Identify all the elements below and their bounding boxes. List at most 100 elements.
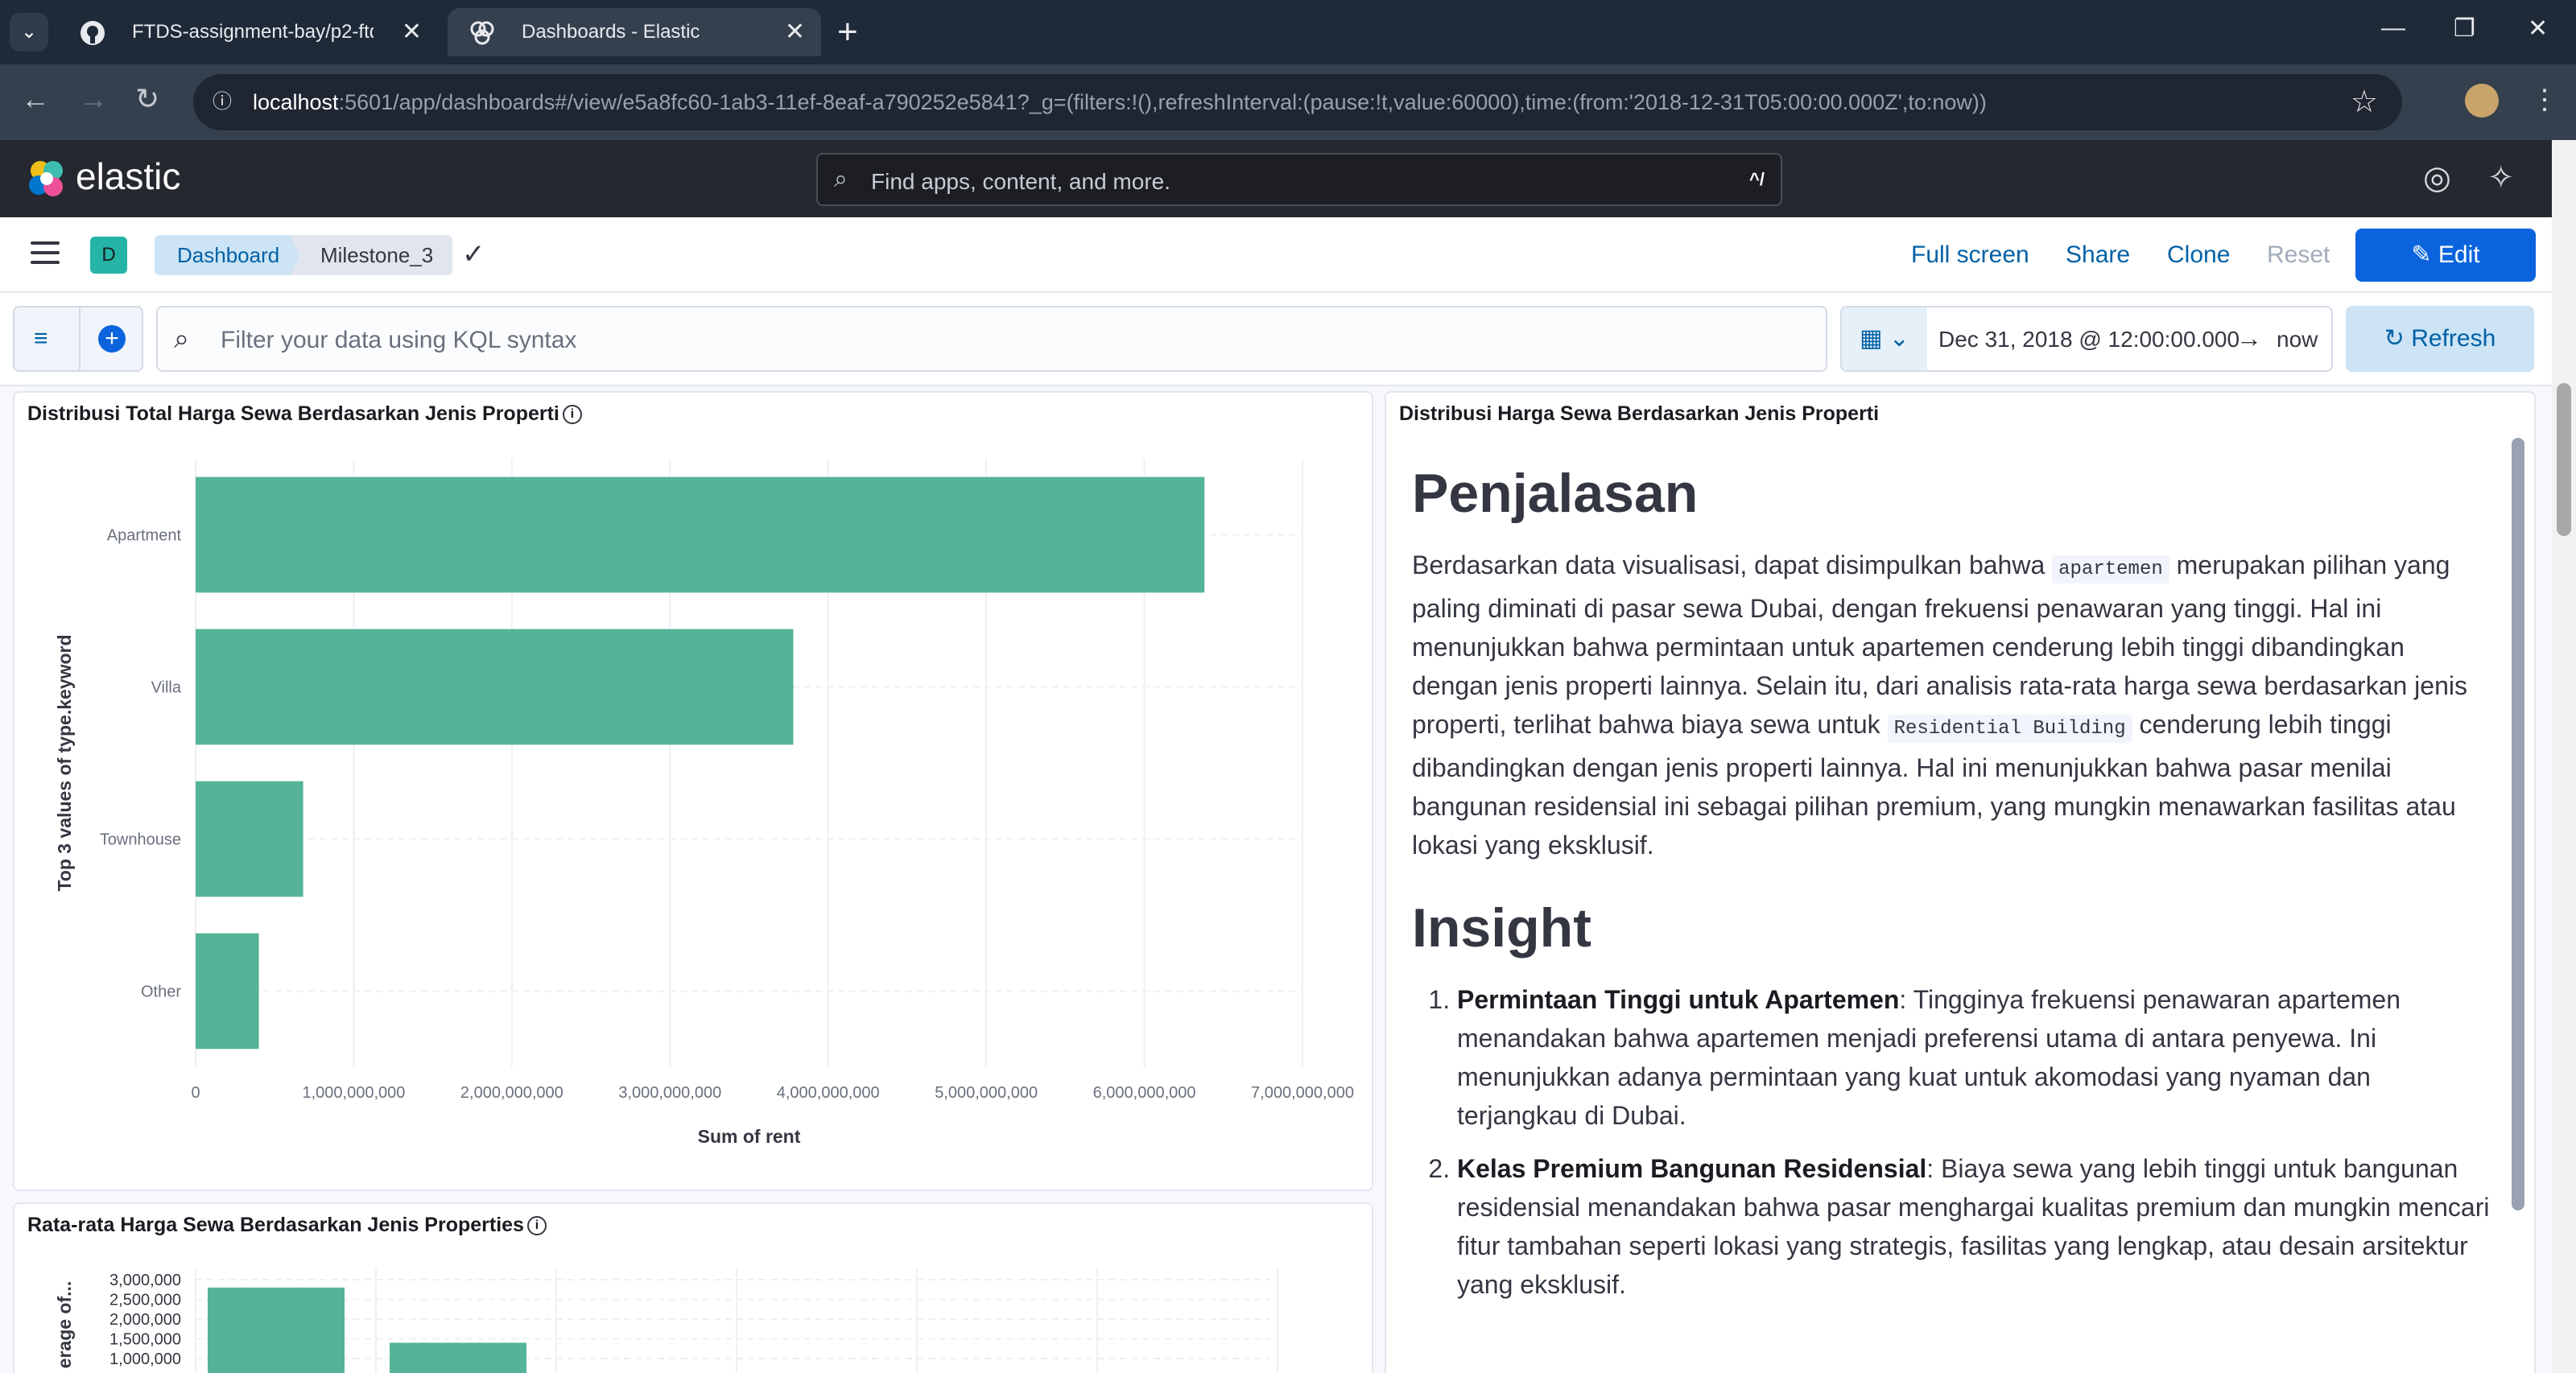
time-from[interactable]: Dec 31, 2018 @ 12:00:00.000 bbox=[1938, 327, 2240, 353]
space-avatar[interactable]: D bbox=[90, 237, 127, 274]
tab-label: Dashboards - Elastic bbox=[522, 21, 700, 43]
browser-tab-github[interactable]: FTDS-assignment-bay/p2-ftds0 ✕ bbox=[58, 8, 438, 56]
list-item: Permintaan Tinggi untuk Apartemen: Tingg… bbox=[1457, 980, 2491, 1135]
search-icon: ⌕ bbox=[174, 324, 190, 354]
elastic-icon bbox=[470, 21, 494, 45]
github-icon bbox=[80, 21, 105, 45]
share-button[interactable]: Share bbox=[2066, 241, 2130, 269]
y-tick-label: 1,500,000 bbox=[109, 1331, 181, 1349]
markdown-scrollbar[interactable] bbox=[2512, 438, 2524, 1210]
bar bbox=[196, 781, 303, 897]
x-tick-label: 6,000,000,000 bbox=[1093, 1084, 1196, 1102]
help-icon[interactable]: ◎ bbox=[2423, 159, 2451, 196]
browser-tab-bar: ⌄ FTDS-assignment-bay/p2-ftds0 ✕ Dashboa… bbox=[0, 0, 2576, 64]
restore-icon[interactable]: ❐ bbox=[2454, 14, 2475, 43]
breadcrumb-bar: D Dashboard Milestone_3 ✓ Full screen Sh… bbox=[0, 217, 2552, 293]
filter-options-icon[interactable]: ≡ bbox=[34, 325, 48, 353]
x-tick-label: 7,000,000,000 bbox=[1251, 1084, 1354, 1102]
kibana-header: elastic ⌕ Find apps, content, and more. … bbox=[0, 140, 2552, 217]
browser-toolbar: ← → ↻ ⓘ localhost:5601/app/dashboards#/v… bbox=[0, 64, 2576, 140]
explanation-paragraph: Berdasarkan data visualisasi, dapat disi… bbox=[1412, 550, 2467, 860]
browser-tab-dashboards[interactable]: Dashboards - Elastic ✕ bbox=[448, 8, 821, 56]
x-tick-label: 5,000,000,000 bbox=[935, 1084, 1038, 1102]
query-bar: ≡ + ⌕ Filter your data using KQL syntax … bbox=[0, 293, 2552, 386]
saved-check-icon: ✓ bbox=[462, 239, 485, 270]
close-tab-icon[interactable]: ✕ bbox=[402, 8, 422, 56]
y-tick-label: 1,000,000 bbox=[109, 1350, 181, 1368]
x-tick-label: 1,000,000,000 bbox=[302, 1084, 405, 1102]
time-to[interactable]: now bbox=[2277, 327, 2318, 353]
hamburger-menu-icon[interactable] bbox=[31, 241, 60, 266]
date-picker[interactable]: ▦ ⌄ Dec 31, 2018 @ 12:00:00.000 → now bbox=[1840, 306, 2333, 372]
address-bar[interactable]: ⓘ localhost:5601/app/dashboards#/view/e5… bbox=[193, 74, 2402, 130]
y-tick-label: Other bbox=[141, 983, 181, 1001]
profile-avatar[interactable] bbox=[2465, 84, 2499, 118]
x-tick-label: 3,000,000,000 bbox=[618, 1084, 721, 1102]
insight-list: Permintaan Tinggi untuk Apartemen: Tingg… bbox=[1412, 980, 2491, 1304]
x-tick-label: 2,000,000,000 bbox=[460, 1084, 564, 1102]
y-tick-label: Townhouse bbox=[100, 831, 181, 849]
bar-chart-panel: Distribusi Total Harga Sewa Berdasarkan … bbox=[13, 391, 1373, 1191]
bar bbox=[208, 1287, 345, 1373]
markdown-content: Penjalasan Berdasarkan data visualisasi,… bbox=[1412, 441, 2491, 1318]
heading-penjelasan: Penjalasan bbox=[1412, 463, 1699, 524]
edit-button-label: Edit bbox=[2438, 241, 2480, 268]
reload-icon[interactable]: ↻ bbox=[135, 82, 159, 116]
site-info-icon[interactable]: ⓘ bbox=[206, 86, 238, 118]
heading-insight: Insight bbox=[1412, 897, 1591, 959]
y-axis-title: Top 3 values of type.keyword bbox=[54, 634, 75, 891]
newsfeed-icon[interactable]: ✧ bbox=[2487, 159, 2515, 196]
elastic-logo-icon[interactable] bbox=[26, 158, 68, 200]
y-tick-label: Villa bbox=[151, 679, 182, 697]
tab-search-button[interactable]: ⌄ bbox=[10, 13, 48, 52]
inline-code: apartemen bbox=[2052, 555, 2169, 583]
reset-button[interactable]: Reset bbox=[2267, 241, 2330, 269]
elastic-brand-label[interactable]: elastic bbox=[76, 155, 180, 198]
vertical-bar-chart: 3,000,000 2,500,000 2,000,000 1,500,0001,00… bbox=[54, 1268, 1278, 1373]
markdown-panel: Distribusi Harga Sewa Berdasarkan Jenis … bbox=[1385, 391, 2536, 1373]
search-icon: ⌕ bbox=[834, 166, 848, 192]
page-scrollbar[interactable] bbox=[2552, 140, 2576, 1373]
window-close-icon[interactable]: ✕ bbox=[2528, 14, 2548, 43]
search-shortcut-hint: ^/ bbox=[1749, 169, 1765, 189]
refresh-icon: ↻ bbox=[2384, 325, 2412, 352]
url-text[interactable]: localhost:5601/app/dashboards#/view/e5a8… bbox=[253, 90, 1987, 115]
edit-button[interactable]: ✎ Edit bbox=[2355, 229, 2536, 282]
refresh-button[interactable]: ↻ Refresh bbox=[2346, 306, 2534, 372]
global-search-input[interactable]: ⌕ Find apps, content, and more. ^/ bbox=[816, 153, 1782, 206]
kql-query-placeholder: Filter your data using KQL syntax bbox=[221, 327, 577, 353]
y-tick-label: Apartment bbox=[107, 527, 182, 545]
x-axis-title: Sum of rent bbox=[698, 1126, 801, 1147]
new-tab-button[interactable]: + bbox=[837, 11, 858, 53]
global-search-placeholder: Find apps, content, and more. bbox=[871, 169, 1170, 194]
full-screen-button[interactable]: Full screen bbox=[1911, 241, 2029, 269]
bookmark-star-icon[interactable]: ☆ bbox=[2351, 84, 2378, 120]
back-arrow-icon[interactable]: ← bbox=[21, 82, 50, 116]
tab-label: FTDS-assignment-bay/p2-ftds0 bbox=[132, 21, 374, 43]
breadcrumb-milestone: Milestone_3 bbox=[290, 235, 453, 275]
calendar-icon[interactable]: ▦ ⌄ bbox=[1842, 307, 1927, 370]
y-axis-title: erage of... bbox=[54, 1281, 75, 1369]
bar bbox=[196, 476, 1205, 593]
panel-title: Distribusi Harga Sewa Berdasarkan Jenis … bbox=[1399, 402, 1880, 425]
bar bbox=[196, 933, 259, 1049]
add-filter-icon[interactable]: + bbox=[98, 325, 126, 353]
clone-button[interactable]: Clone bbox=[2167, 241, 2230, 269]
forward-arrow-icon[interactable]: → bbox=[79, 82, 108, 116]
avg-chart-panel: Rata-rata Harga Sewa Berdasarkan Jenis P… bbox=[13, 1202, 1373, 1373]
refresh-label: Refresh bbox=[2411, 325, 2496, 352]
x-tick-label: 4,000,000,000 bbox=[777, 1084, 880, 1102]
pencil-icon: ✎ bbox=[2411, 241, 2438, 268]
inline-code: Residential Building bbox=[1887, 715, 2132, 743]
close-tab-icon[interactable]: ✕ bbox=[785, 8, 805, 56]
minimize-icon[interactable]: — bbox=[2381, 14, 2405, 42]
list-item: Kelas Premium Bangunan Residensial: Biay… bbox=[1457, 1149, 2491, 1304]
x-tick-label: 0 bbox=[191, 1084, 200, 1102]
kql-query-input[interactable]: ⌕ Filter your data using KQL syntax bbox=[156, 306, 1827, 372]
filter-controls: ≡ + bbox=[13, 306, 143, 372]
browser-menu-icon[interactable]: ⋮ bbox=[2531, 84, 2558, 116]
horizontal-bar-chart: 0 1,000,000,000 2,000,000,000 3,000,000,000… bbox=[54, 459, 1354, 1147]
bar bbox=[390, 1342, 526, 1373]
y-tick-label: 2,000,000 bbox=[109, 1311, 181, 1329]
y-tick-label: 2,500,000 bbox=[109, 1292, 181, 1309]
